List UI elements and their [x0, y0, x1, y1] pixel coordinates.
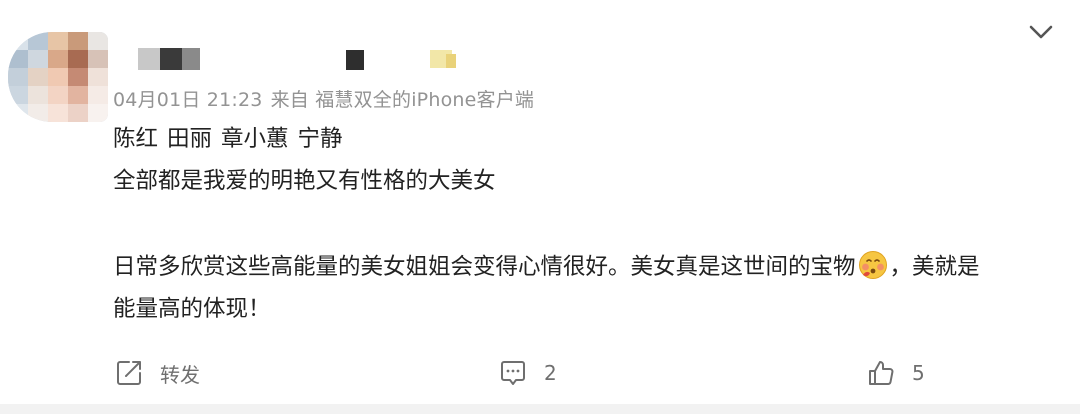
thumbs-up-icon [869, 361, 894, 385]
like-count: 5 [912, 361, 925, 385]
name-tag: 宁静 [297, 126, 343, 152]
avatar[interactable] [8, 32, 108, 122]
comment-line: 能量高的体现！ [113, 296, 271, 322]
comment-body: 陈红 田丽 章小蕙 宁静 全部都是我爱的明艳又有性格的大美女 日常多欣赏这些高能量的美… [113, 118, 1058, 330]
comment-meta: 04月01日 21:23 来自 福慧双全的iPhone客户端 [113, 85, 542, 112]
comment-icon [501, 361, 525, 385]
username-redacted[interactable] [130, 44, 490, 74]
comment-source[interactable]: 来自 福慧双全的iPhone客户端 [271, 89, 535, 111]
name-tag: 陈红 [113, 126, 159, 152]
comment-line: 全部都是我爱的明艳又有性格的大美女 [113, 168, 496, 194]
action-bar: 转发 2 5 [0, 355, 1080, 395]
comment-text-segment: ，美就是 [889, 254, 980, 280]
name-tag: 章小蕙 [221, 126, 289, 152]
comment-button[interactable]: 2 [498, 355, 557, 391]
comment-text-segment: 日常多欣赏这些高能量的美女姐姐会变得心情很好。美女真是这世间的宝物 [113, 254, 856, 280]
share-icon [117, 361, 141, 385]
name-tag: 田丽 [167, 126, 213, 152]
like-button[interactable]: 5 [866, 355, 925, 391]
blushing-face-emoji-icon [858, 250, 888, 280]
comment-count: 2 [544, 361, 557, 385]
mentioned-names: 陈红 田丽 章小蕙 宁静 [113, 118, 1058, 160]
bottom-divider [0, 404, 1080, 414]
comment-line: 日常多欣赏这些高能量的美女姐姐会变得心情很好。美女真是这世间的宝物 ，美就是 [113, 246, 1058, 288]
repost-label: 转发 [160, 362, 200, 387]
repost-button[interactable]: 转发 [114, 355, 200, 391]
comment-timestamp: 04月01日 21:23 [113, 89, 263, 111]
chevron-down-icon[interactable] [1026, 20, 1056, 44]
